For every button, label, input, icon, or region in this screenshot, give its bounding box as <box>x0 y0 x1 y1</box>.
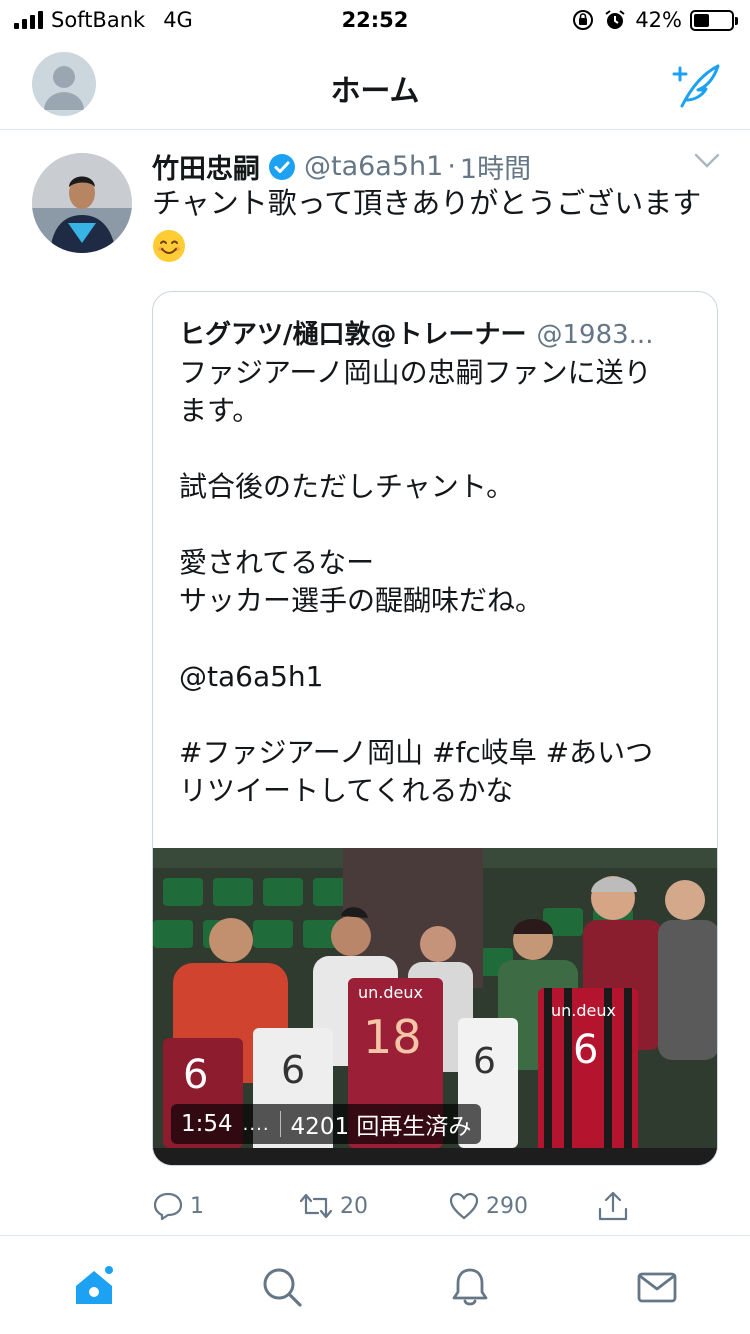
share-icon <box>598 1191 628 1221</box>
svg-text:un.deux: un.deux <box>358 983 423 1002</box>
alarm-icon <box>605 10 625 29</box>
retweet-count: 20 <box>340 1193 368 1219</box>
quote-mention[interactable]: @ta6a5h1 <box>179 658 699 696</box>
reply-icon <box>153 1192 183 1221</box>
svg-text:6: 6 <box>573 1027 598 1073</box>
svg-text:18: 18 <box>363 1010 422 1064</box>
like-button[interactable]: 290 <box>448 1191 528 1221</box>
search-icon[interactable] <box>261 1266 303 1308</box>
video-progress-dots: .... <box>242 1113 270 1135</box>
top-nav-bar: ホーム <box>0 40 750 130</box>
share-button[interactable] <box>596 1189 630 1223</box>
svg-text:un.deux: un.deux <box>551 1001 616 1020</box>
quoted-tweet-card[interactable]: ヒグアツ/樋口敦@トレーナー @1983... ファジアーノ岡山の忠嗣ファンに送り… <box>152 291 718 1166</box>
svg-text:6: 6 <box>183 1052 208 1098</box>
orientation-lock-icon <box>573 10 594 30</box>
video-player[interactable]: 6 6 un.deux 18 6 un.deux 6 1:54 .... 420… <box>153 848 717 1165</box>
home-icon[interactable] <box>73 1266 115 1308</box>
quote-line: サッカー選手の醍醐味だね。 <box>179 584 544 617</box>
retweet-button[interactable]: 20 <box>298 1191 368 1221</box>
video-duration: 1:54 <box>181 1111 233 1137</box>
heart-icon <box>449 1192 479 1220</box>
chevron-down-icon[interactable] <box>694 153 720 169</box>
status-right: 42% <box>571 8 738 32</box>
tweet-text: チャント歌って頂きありがとうございます <box>152 181 712 269</box>
tweet-body: チャント歌って頂きありがとうございます <box>152 186 702 220</box>
svg-text:6: 6 <box>281 1048 305 1092</box>
reply-count: 1 <box>190 1193 204 1219</box>
compose-tweet-button[interactable] <box>668 60 722 110</box>
battery-percent: 42% <box>635 8 682 32</box>
quote-line: ファジアーノ岡山の忠嗣ファンに送り <box>179 356 652 389</box>
author-handle[interactable]: @ta6a5h1 <box>304 151 443 182</box>
quoted-author-name: ヒグアツ/樋口敦@トレーナー <box>179 320 527 350</box>
quote-line: リツイートしてくれるかな <box>179 774 514 807</box>
battery-icon <box>690 9 738 31</box>
page-title: ホーム <box>330 74 420 109</box>
quote-line: 試合後のただしチャント。 <box>179 470 515 503</box>
smiling-face-icon <box>153 230 185 262</box>
svg-text:6: 6 <box>473 1041 496 1082</box>
notifications-icon[interactable] <box>449 1266 491 1308</box>
quote-line: ます。 <box>179 394 261 427</box>
bottom-tab-bar <box>0 1235 750 1334</box>
quote-hashtags[interactable]: #ファジアーノ岡山 #fc岐阜 #あいつ <box>179 734 699 772</box>
author-avatar[interactable] <box>32 153 132 253</box>
status-bar: SoftBank 4G 22:52 42% <box>0 0 750 40</box>
tweet[interactable]: 竹田忠嗣 @ta6a5h1 · 1時間 チャント歌って頂きありがとうございます … <box>0 131 750 1235</box>
tweet-actions: 1 20 290 <box>152 1183 632 1229</box>
quote-line: 愛されてるなー <box>179 546 375 579</box>
reply-button[interactable]: 1 <box>152 1191 204 1221</box>
retweet-icon <box>299 1193 333 1219</box>
video-view-count: 4201 回再生済み <box>290 1114 472 1140</box>
verified-badge-icon <box>269 153 295 180</box>
messages-icon[interactable] <box>636 1266 678 1308</box>
quoted-author-handle: @1983... <box>536 320 654 350</box>
like-count: 290 <box>486 1193 528 1219</box>
video-info-badge: 1:54 .... 4201 回再生済み <box>171 1104 482 1144</box>
quoted-tweet-text: ファジアーノ岡山の忠嗣ファンに送り ます。 試合後のただしチャント。 愛されてる… <box>179 354 699 810</box>
separator-dot: · <box>447 151 456 182</box>
quoted-tweet-header: ヒグアツ/樋口敦@トレーナー @1983... <box>179 314 689 351</box>
